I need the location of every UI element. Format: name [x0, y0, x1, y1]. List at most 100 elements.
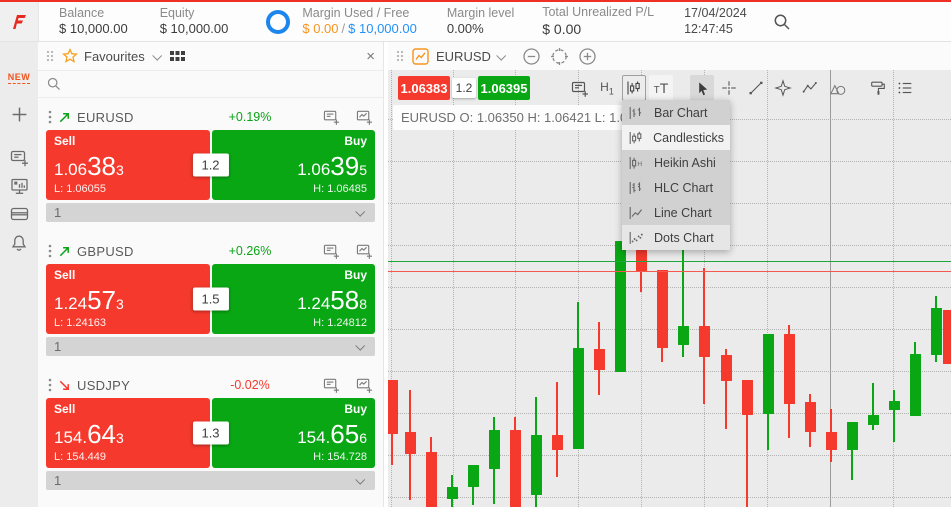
chart-type-button[interactable] [622, 75, 646, 101]
balance-label: Balance [59, 5, 105, 20]
payments-icon[interactable] [10, 206, 29, 222]
equity-metric: Equity $ 10,000.00 [160, 6, 229, 38]
new-badge[interactable]: NEW [7, 72, 31, 84]
timeframe-button[interactable]: H1 [595, 75, 619, 101]
grid-line-horizontal [388, 413, 951, 414]
bar-chart-icon [628, 105, 646, 121]
symbol-row: EURUSD +0.19% [46, 104, 375, 130]
text-tool-button[interactable]: TT [649, 75, 673, 101]
kebab-menu-icon[interactable] [48, 110, 52, 124]
buy-button[interactable]: Buy 1.24588 H: 1.24812 [211, 264, 375, 334]
buy-label: Buy [344, 402, 367, 416]
cursor-tool-button[interactable] [690, 75, 714, 101]
candle-body [677, 326, 689, 345]
search-icon[interactable] [773, 13, 791, 31]
spread-badge[interactable]: 1.2 [192, 153, 229, 177]
spread-badge[interactable]: 1.5 [192, 287, 229, 311]
top-bar: Balance $ 10,000.00 Equity $ 10,000.00 M… [0, 0, 951, 42]
buy-button[interactable]: Buy 154.656 H: 154.728 [211, 398, 375, 468]
chevron-down-icon [355, 340, 366, 351]
quantity-selector[interactable]: 1 [46, 471, 375, 490]
notifications-icon[interactable] [10, 234, 28, 253]
candle-body [930, 308, 942, 355]
kebab-menu-icon[interactable] [48, 378, 52, 392]
unrealized-pl-value: $ 0.00 [542, 20, 582, 37]
menu-item-heikin-ashi[interactable]: H Heikin Ashi [622, 150, 730, 175]
balance-value: $ 10,000.00 [59, 21, 128, 37]
open-chart-icon[interactable] [356, 377, 373, 393]
drag-handle-icon[interactable] [46, 50, 54, 62]
create-order-icon[interactable] [323, 243, 340, 259]
polyline-tool-icon[interactable] [798, 75, 822, 101]
symbol-name[interactable]: GBPUSD [77, 244, 134, 259]
app-logo[interactable] [0, 2, 39, 41]
candle-body [720, 355, 732, 381]
menu-item-dots-chart[interactable]: Dots Chart [622, 225, 730, 250]
menu-item-bar-chart[interactable]: Bar Chart [622, 100, 730, 125]
fibonacci-star-tool-icon[interactable] [771, 75, 795, 101]
candle-body [741, 380, 753, 415]
close-icon[interactable]: × [366, 49, 375, 64]
grid-line-horizontal [388, 287, 951, 288]
menu-item-label: Bar Chart [654, 105, 708, 120]
create-order-icon[interactable] [323, 377, 340, 393]
chart-type-menu: Bar Chart Candlesticks H Heikin Ashi HLC Cha… [622, 100, 730, 250]
symbol-name[interactable]: USDJPY [77, 378, 130, 393]
crosshair-tool-icon[interactable] [717, 75, 741, 101]
trendline-tool-icon[interactable] [744, 75, 768, 101]
trading-terminal-icon[interactable] [10, 177, 29, 196]
menu-item-line-chart[interactable]: Line Chart [622, 200, 730, 225]
favourites-star-icon [62, 48, 78, 64]
paint-roller-icon[interactable] [866, 75, 890, 101]
candle-wick [556, 382, 558, 477]
open-chart-icon[interactable] [356, 243, 373, 259]
watchlist-title[interactable]: Favourites [84, 49, 145, 64]
sell-button[interactable]: Sell 154.643 L: 154.449 [46, 398, 210, 468]
drag-handle-icon[interactable] [396, 50, 404, 62]
quantity-selector[interactable]: 1 [46, 203, 375, 222]
buy-button[interactable]: Buy 1.06395 H: 1.06485 [211, 130, 375, 200]
day-low: L: 1.24163 [54, 317, 106, 329]
search-icon [47, 77, 60, 90]
balance-metric: Balance $ 10,000.00 [59, 6, 128, 38]
chevron-down-icon[interactable] [151, 50, 162, 61]
create-order-icon[interactable] [568, 75, 592, 101]
unrealized-pl-label: Total Unrealized P/L [542, 4, 655, 19]
candle-body [698, 326, 710, 357]
spread-badge: 1.2 [452, 78, 476, 98]
candlesticks-icon [628, 130, 645, 146]
new-order-panel-icon[interactable] [10, 149, 29, 167]
buy-price-badge[interactable]: 1.06395 [478, 76, 530, 100]
chart-symbol[interactable]: EURUSD [436, 49, 491, 64]
symbol-card-gbpusd: GBPUSD +0.26% Sell 1.24573 L: 1.24163 Bu… [46, 238, 375, 356]
open-chart-icon[interactable] [356, 109, 373, 125]
buy-label: Buy [344, 134, 367, 148]
candle-body [825, 432, 837, 450]
sell-button[interactable]: Sell 1.24573 L: 1.24163 [46, 264, 210, 334]
kebab-menu-icon[interactable] [48, 244, 52, 258]
menu-item-hlc-chart[interactable]: HLC Chart [622, 175, 730, 200]
watchlist-search[interactable] [38, 71, 383, 98]
zoom-out-icon[interactable] [522, 47, 541, 66]
margin-level-label: Margin level [446, 5, 515, 20]
day-high: H: 154.728 [313, 451, 367, 463]
create-order-icon[interactable] [323, 109, 340, 125]
indicators-list-icon[interactable] [893, 75, 917, 101]
sell-button[interactable]: Sell 1.06383 L: 1.06055 [46, 130, 210, 200]
spread-badge[interactable]: 1.3 [192, 421, 229, 445]
margin-used: $ 0.00 [302, 21, 339, 37]
symbol-name[interactable]: EURUSD [77, 110, 134, 125]
menu-item-candlesticks[interactable]: Candlesticks [622, 125, 730, 150]
sell-price-badge[interactable]: 1.06383 [398, 76, 450, 100]
add-icon[interactable] [11, 106, 28, 123]
zoom-in-icon[interactable] [578, 47, 597, 66]
quantity-selector[interactable]: 1 [46, 337, 375, 356]
chevron-down-icon[interactable] [496, 50, 507, 61]
margin-separator: / [341, 21, 346, 37]
crosshair-target-icon[interactable] [550, 47, 569, 66]
view-grid-icon[interactable] [169, 50, 185, 63]
symbol-row: GBPUSD +0.26% [46, 238, 375, 264]
shapes-tool-icon[interactable] [825, 75, 849, 101]
sell-price: 1.24573 [54, 284, 124, 315]
line-chart-icon [628, 205, 646, 221]
